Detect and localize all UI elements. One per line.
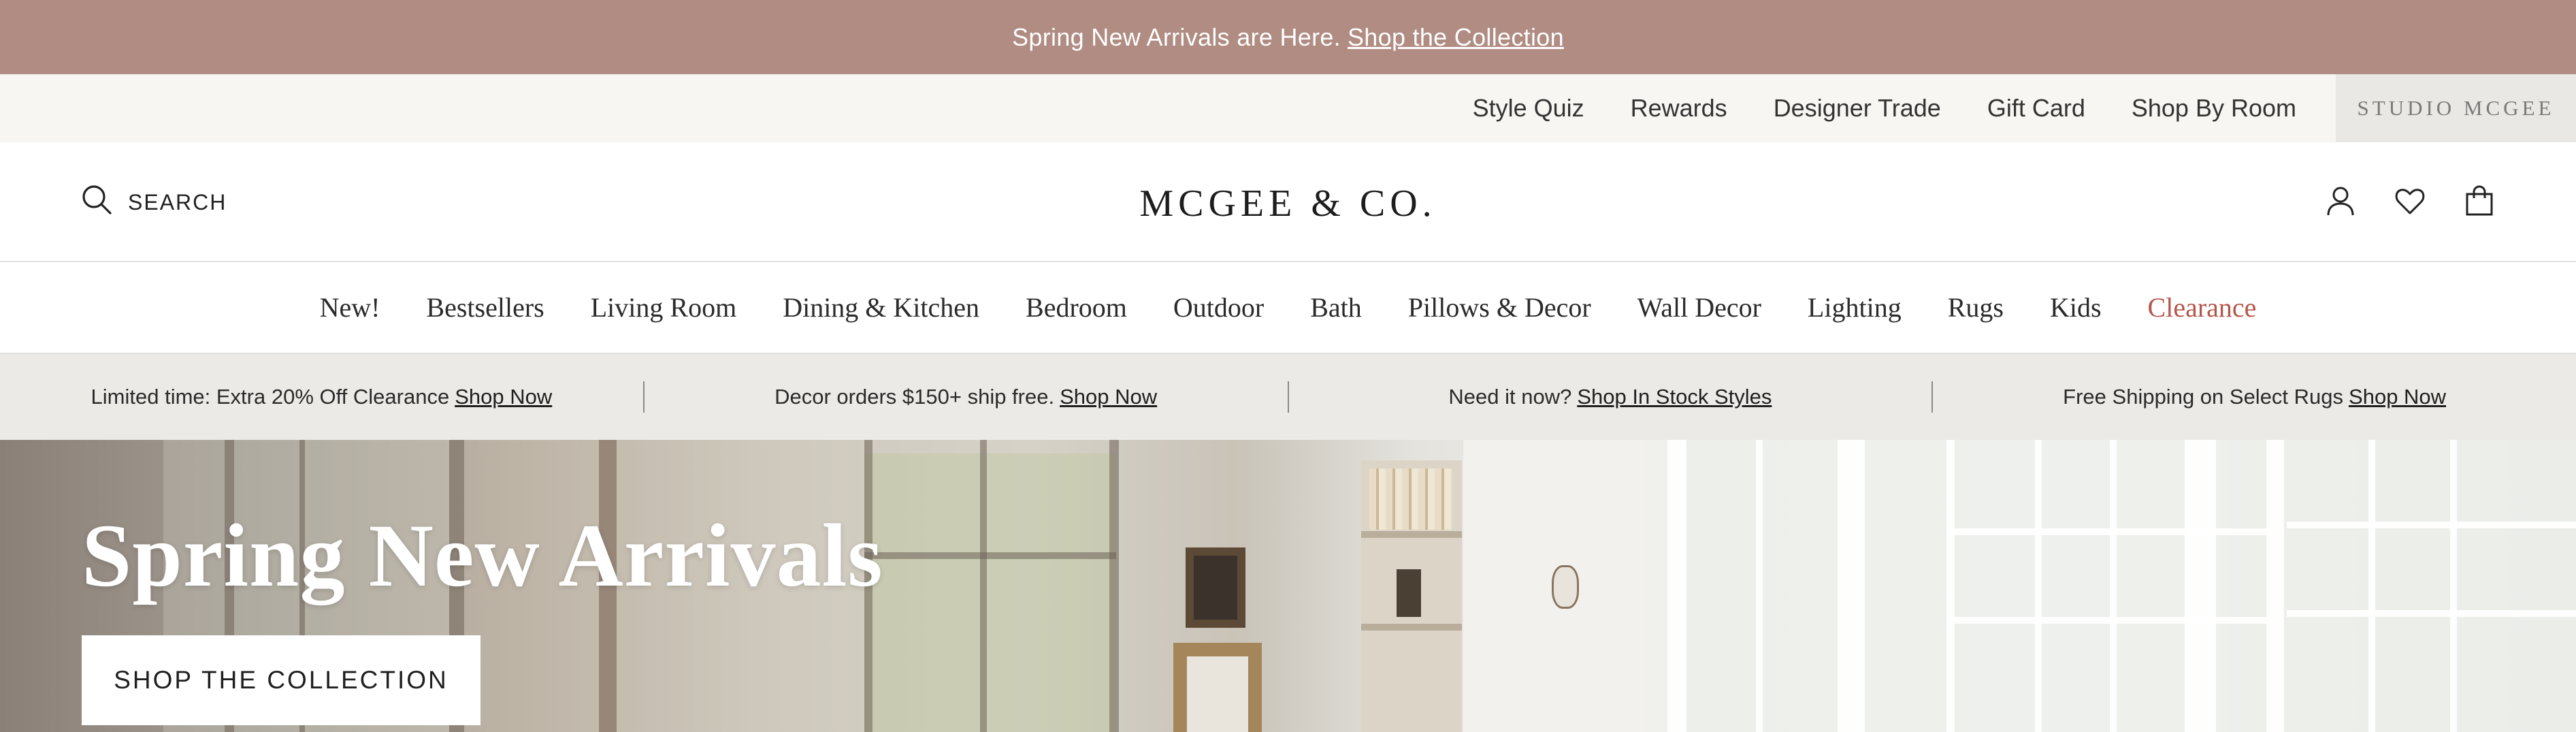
shop-collection-link[interactable]: Shop the Collection	[1348, 23, 1564, 52]
nav-lighting[interactable]: Lighting	[1808, 291, 1902, 323]
nav-bath[interactable]: Bath	[1310, 291, 1362, 323]
hero-title: Spring New Arrivals	[82, 505, 883, 605]
promo-item: Free Shipping on Select Rugs Shop Now	[1933, 354, 2576, 440]
nav-new[interactable]: New!	[320, 291, 380, 323]
promo-item: Decor orders $150+ ship free. Shop Now	[645, 354, 1288, 440]
utility-link-shop-by-room[interactable]: Shop By Room	[2132, 94, 2296, 123]
promo-strip: Limited time: Extra 20% Off Clearance Sh…	[0, 354, 2576, 440]
account-icon[interactable]	[2324, 185, 2357, 217]
promo-link[interactable]: Shop Now	[455, 385, 552, 409]
promo-item: Need it now? Shop In Stock Styles	[1289, 354, 1932, 440]
shopping-bag-icon[interactable]	[2463, 185, 2496, 217]
site-logo[interactable]: MCGEE & CO.	[0, 182, 2576, 225]
utility-link-gift-card[interactable]: Gift Card	[1987, 94, 2085, 123]
utility-link-rewards[interactable]: Rewards	[1631, 94, 1727, 123]
promo-text: Free Shipping on Select Rugs	[2063, 385, 2344, 409]
nav-wall-decor[interactable]: Wall Decor	[1637, 291, 1761, 323]
hero-banner: Spring New Arrivals SHOP THE COLLECTION	[0, 440, 2576, 732]
promo-link[interactable]: Shop Now	[1060, 385, 1157, 409]
promo-text: Limited time: Extra 20% Off Clearance	[91, 385, 450, 409]
shop-the-collection-button[interactable]: SHOP THE COLLECTION	[82, 635, 480, 725]
nav-pillows-decor[interactable]: Pillows & Decor	[1408, 291, 1591, 323]
promo-item: Limited time: Extra 20% Off Clearance Sh…	[0, 354, 643, 440]
header-actions	[2287, 185, 2496, 217]
utility-link-designer-trade[interactable]: Designer Trade	[1774, 94, 1941, 123]
utility-link-style-quiz[interactable]: Style Quiz	[1473, 94, 1584, 123]
nav-bedroom[interactable]: Bedroom	[1026, 291, 1127, 323]
utility-nav: Style Quiz Rewards Designer Trade Gift C…	[0, 74, 2576, 142]
nav-clearance[interactable]: Clearance	[2148, 291, 2257, 323]
promo-text: Need it now?	[1448, 385, 1572, 409]
nav-dining-kitchen[interactable]: Dining & Kitchen	[783, 291, 979, 323]
nav-kids[interactable]: Kids	[2050, 291, 2102, 323]
announcement-bar: Spring New Arrivals are Here. Shop the C…	[0, 0, 2576, 74]
promo-link[interactable]: Shop Now	[2349, 385, 2446, 409]
nav-rugs[interactable]: Rugs	[1948, 291, 2004, 323]
promo-link[interactable]: Shop In Stock Styles	[1577, 385, 1772, 409]
category-nav: New! Bestsellers Living Room Dining & Ki…	[0, 262, 2576, 354]
nav-outdoor[interactable]: Outdoor	[1173, 291, 1264, 323]
announcement-text: Spring New Arrivals are Here.	[1012, 22, 1341, 51]
studio-mcgee-link[interactable]: STUDIO MCGEE	[2336, 74, 2576, 142]
nav-bestsellers[interactable]: Bestsellers	[426, 291, 544, 323]
heart-icon[interactable]	[2394, 185, 2426, 217]
promo-text: Decor orders $150+ ship free.	[775, 385, 1055, 409]
utility-links: Style Quiz Rewards Designer Trade Gift C…	[1426, 74, 2336, 142]
nav-living-room[interactable]: Living Room	[591, 291, 736, 323]
main-header: SEARCH MCGEE & CO.	[0, 142, 2576, 262]
